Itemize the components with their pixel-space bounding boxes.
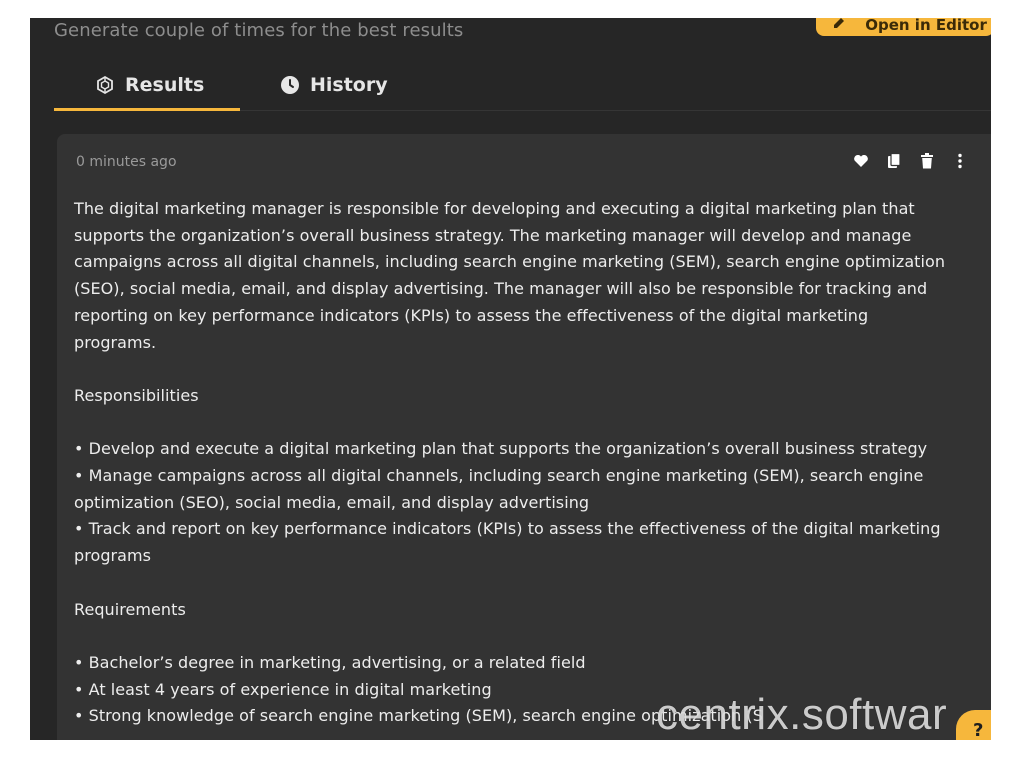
list-item: • Develop and execute a digital marketin… <box>74 439 928 459</box>
tab-history[interactable]: History <box>280 62 388 108</box>
tab-results-label: Results <box>125 74 205 96</box>
copy-icon[interactable] <box>886 152 902 170</box>
app-frame: Generate couple of times for the best re… <box>30 18 991 740</box>
tab-history-label: History <box>310 74 388 96</box>
list-item: • Bachelor’s degree in marketing, advert… <box>74 652 586 672</box>
list-item: • At least 4 years of experience in digi… <box>74 679 492 699</box>
result-timestamp: 0 minutes ago <box>76 154 177 170</box>
clock-icon <box>280 75 300 95</box>
result-paragraph: The digital marketing manager is respons… <box>74 199 946 352</box>
more-vertical-icon[interactable] <box>952 152 968 170</box>
section-heading: Responsibilities <box>74 385 199 405</box>
trash-icon[interactable] <box>919 152 935 170</box>
open-in-editor-label: Open in Editor <box>865 18 987 34</box>
result-card: 0 minutes ago The digital marketing mana… <box>57 134 991 740</box>
list-item: • Track and report on key performance in… <box>74 519 941 566</box>
section-heading: Requirements <box>74 599 186 619</box>
list-item: • Strong knowledge of search engine mark… <box>74 706 763 726</box>
ai-cube-icon <box>95 75 115 95</box>
heart-icon[interactable] <box>853 152 869 170</box>
page-subtitle: Generate couple of times for the best re… <box>54 20 464 41</box>
open-in-editor-button[interactable]: Open in Editor <box>816 18 991 36</box>
edit-icon <box>832 18 851 34</box>
result-content: The digital marketing manager is respons… <box>74 196 954 730</box>
tab-bar: Results History <box>54 62 991 111</box>
active-tab-indicator <box>54 108 240 111</box>
list-item: • Manage campaigns across all digital ch… <box>74 466 924 512</box>
tab-results[interactable]: Results <box>95 62 204 108</box>
help-button[interactable]: ? <box>956 710 991 740</box>
result-actions <box>853 152 968 170</box>
